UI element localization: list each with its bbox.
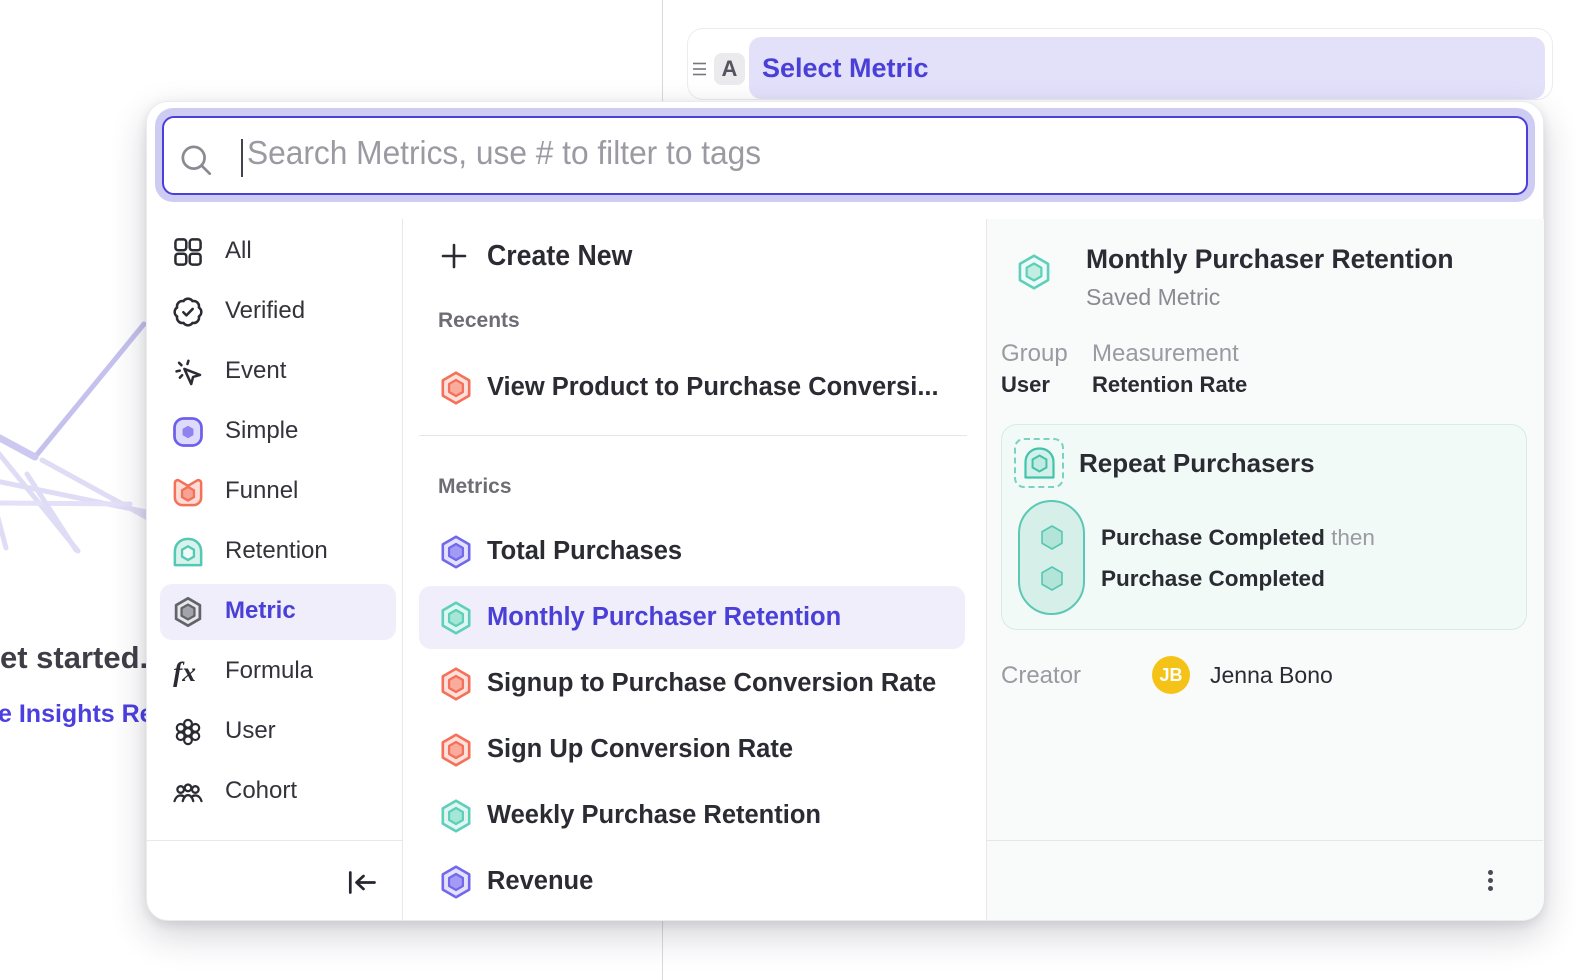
- svg-text:fx: fx: [173, 657, 196, 687]
